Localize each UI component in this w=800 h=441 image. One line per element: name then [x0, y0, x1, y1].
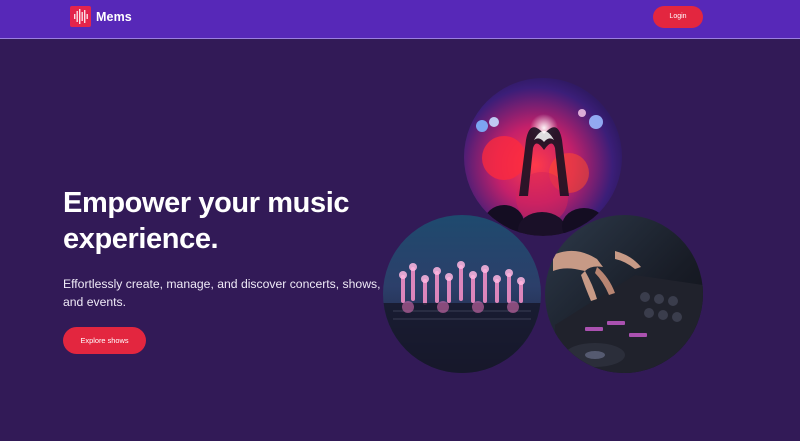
- festival-crowd-photo: [383, 215, 541, 373]
- heart-hands-concert-photo: [464, 78, 622, 236]
- explore-shows-button[interactable]: Explore shows: [63, 327, 146, 354]
- dj-mixer-photo: [545, 215, 703, 373]
- brand-logo[interactable]: Mems: [70, 6, 132, 27]
- hero-subtitle: Effortlessly create, manage, and discove…: [63, 277, 381, 309]
- brand-name: Mems: [96, 9, 132, 24]
- hero-title: Empower your music experience.: [63, 187, 350, 255]
- top-navbar: Mems Login: [0, 0, 800, 39]
- login-button[interactable]: Login: [653, 6, 703, 28]
- equalizer-icon: [70, 6, 91, 27]
